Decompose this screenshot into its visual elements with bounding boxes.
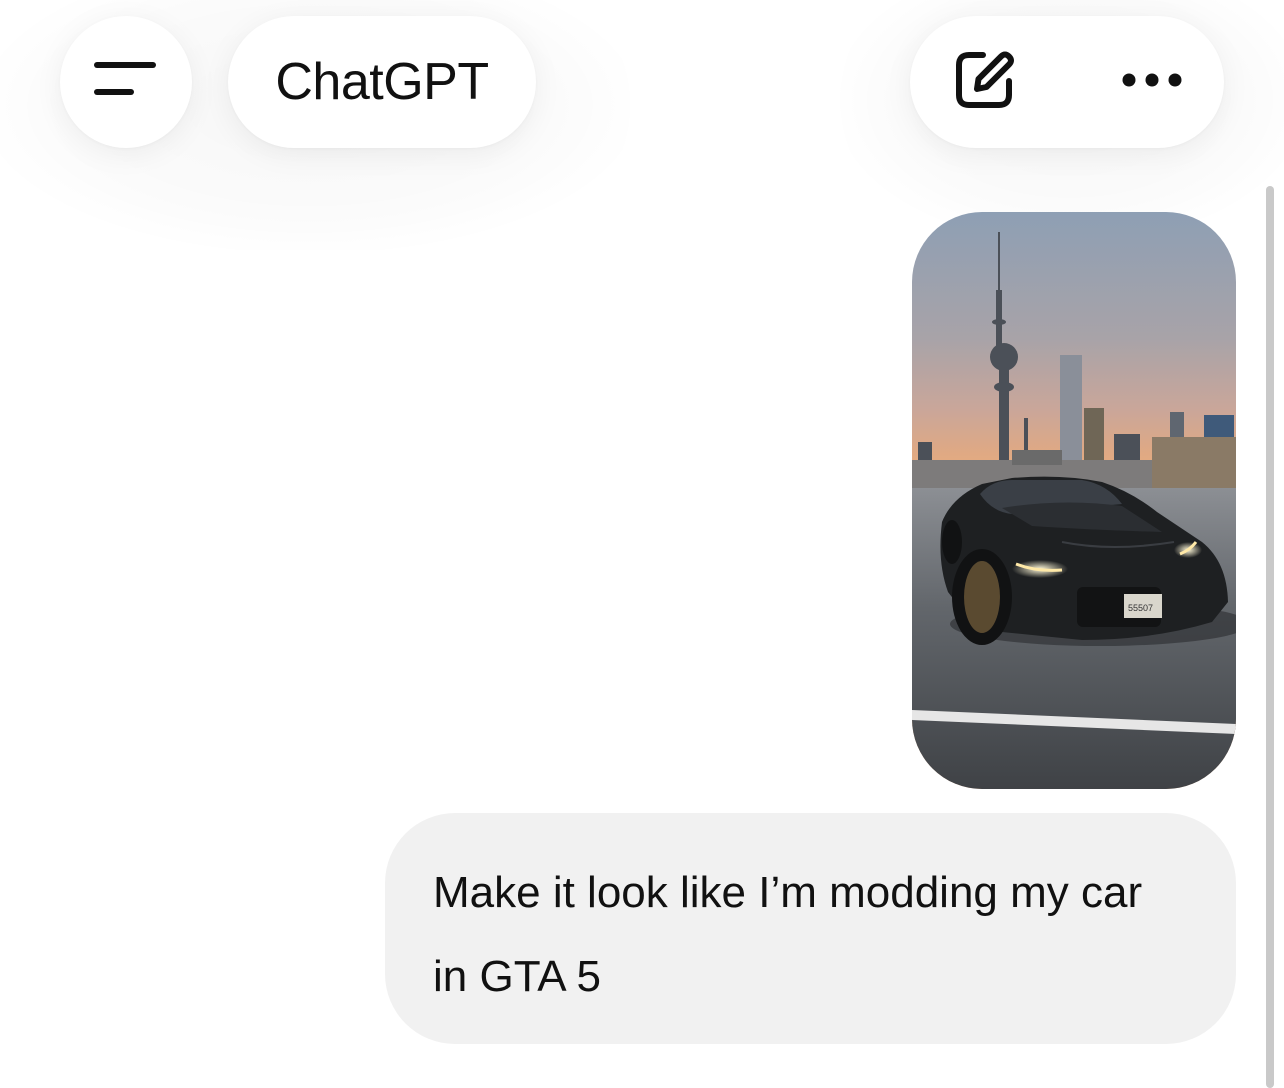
license-plate-text: 55507 [1128,603,1153,613]
user-message-text: Make it look like I’m modding my car in … [433,868,1143,1001]
chat-screen: ChatGPT 55507 Make it look like I’m modd… [0,0,1284,1088]
model-title-button[interactable]: ChatGPT [228,16,536,148]
hamburger-menu-icon [94,60,158,105]
page-title: ChatGPT [275,53,489,111]
compose-icon [951,47,1017,118]
user-image-attachment[interactable]: 55507 [912,212,1236,789]
user-message-bubble: Make it look like I’m modding my car in … [385,813,1236,1044]
new-chat-button[interactable] [940,38,1028,126]
ellipsis-icon [1120,70,1184,95]
car-photo-image: 55507 [912,212,1236,789]
scrollbar[interactable] [1266,186,1274,1088]
header-actions [910,16,1224,148]
sidebar-menu-button[interactable] [60,16,192,148]
more-options-button[interactable] [1108,38,1196,126]
